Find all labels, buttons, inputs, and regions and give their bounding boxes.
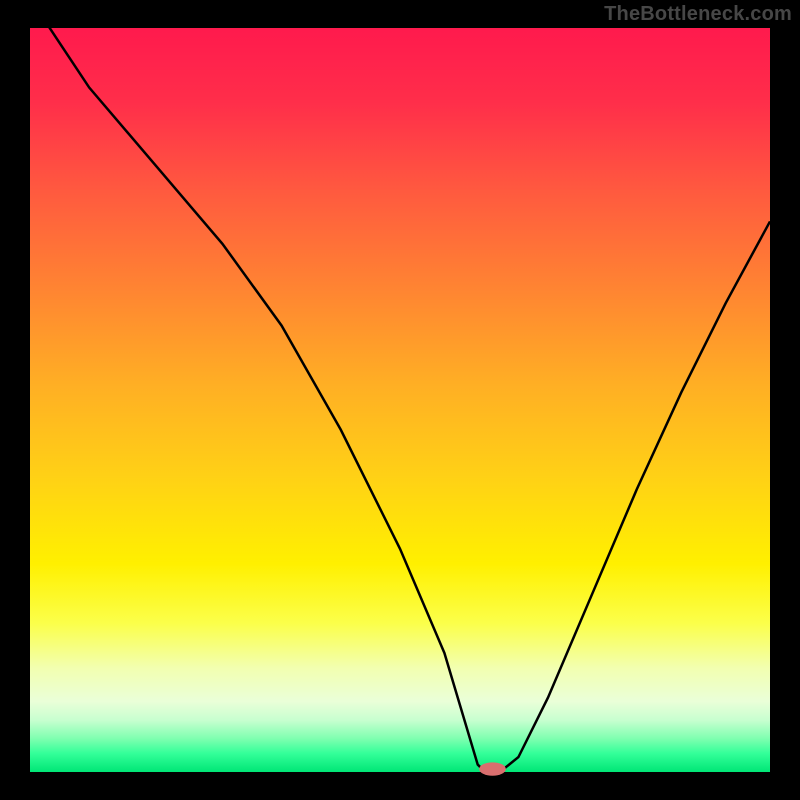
- watermark-text: TheBottleneck.com: [604, 3, 792, 26]
- optimal-marker: [479, 762, 506, 775]
- chart-container: TheBottleneck.com: [0, 0, 800, 800]
- gradient-background: [30, 28, 770, 772]
- bottleneck-chart: [0, 0, 800, 800]
